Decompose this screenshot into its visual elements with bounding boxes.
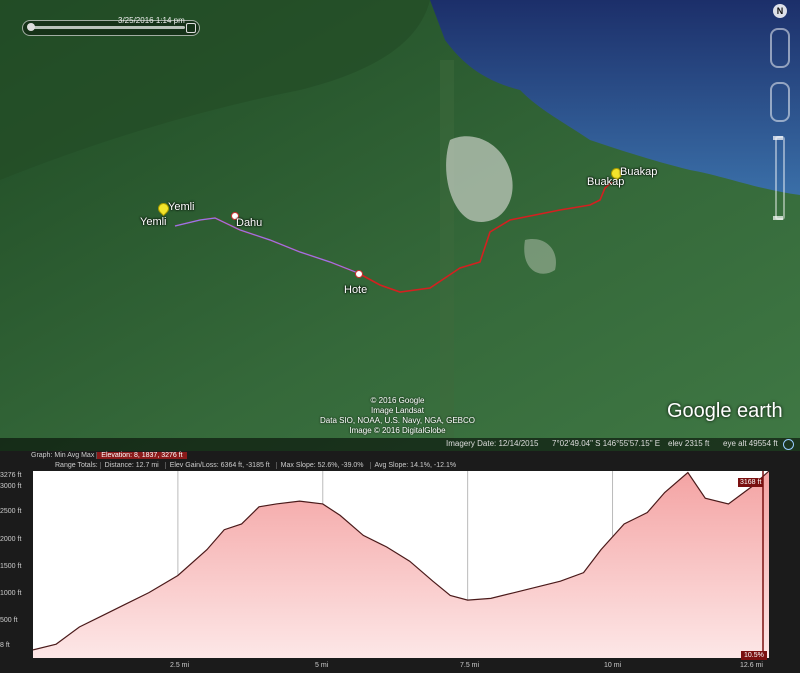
- range-totals-label: Range Totals:: [55, 462, 98, 469]
- place-label-buakap-top[interactable]: Buakap: [620, 166, 657, 178]
- distance-stat: Distance: 12.7 mi: [99, 462, 163, 469]
- max-slope-stat: Max Slope: 52.6%, -39.0%: [275, 462, 368, 469]
- navigation-controls: N: [770, 4, 790, 220]
- place-label-buakap-bottom[interactable]: Buakap: [587, 176, 624, 188]
- y-tick-label: 1000 ft: [0, 590, 22, 597]
- profile-range-row: Range Totals: Distance: 12.7 mi Elev Gai…: [55, 462, 460, 469]
- x-tick-label: 10 mi: [604, 662, 622, 669]
- avg-slope-stat: Avg Slope: 14.1%, -12.1%: [369, 462, 461, 469]
- look-control[interactable]: [770, 28, 790, 68]
- terrain-imagery: [0, 0, 800, 451]
- y-tick-label: 500 ft: [0, 617, 18, 624]
- imagery-credits: © 2016 Google Image Landsat Data SIO, NO…: [320, 396, 475, 436]
- time-slider-end-icon[interactable]: [186, 23, 196, 33]
- y-tick-label: 2500 ft: [0, 508, 22, 515]
- graph-avg-option[interactable]: Avg: [67, 452, 79, 459]
- place-label-yemli-bottom[interactable]: Yemli: [140, 216, 167, 228]
- google-earth-logo: Google earth: [667, 400, 783, 422]
- y-tick-label: 3276 ft: [0, 472, 22, 479]
- eye-altitude: eye alt 49554 ft: [723, 439, 778, 448]
- y-tick-label: 2000 ft: [0, 536, 22, 543]
- timeline-date: 3/25/2016: [118, 16, 154, 25]
- place-label-dahu[interactable]: Dahu: [236, 217, 262, 229]
- graph-max-option[interactable]: Max: [81, 452, 94, 459]
- credit-line: Data SIO, NOAA, U.S. Navy, NGA, GEBCO: [320, 416, 475, 425]
- map-view[interactable]: 3/25/2016 1:14 pm N Yemli Yemli Dahu Hot…: [0, 0, 800, 451]
- elev-gain-loss-stat: Elev Gain/Loss: 6364 ft, -3185 ft: [164, 462, 274, 469]
- streaming-indicator-icon[interactable]: [783, 439, 794, 450]
- timeline-time: 1:14 pm: [155, 16, 185, 25]
- x-tick-label: 2.5 mi: [170, 662, 190, 669]
- x-tick-label: 12.6 mi: [740, 662, 763, 669]
- move-control[interactable]: [770, 82, 790, 122]
- current-slope-badge: 10.5%: [741, 651, 767, 660]
- time-slider-knob[interactable]: [27, 23, 35, 31]
- credit-line: © 2016 Google: [370, 396, 425, 405]
- imagery-date: Imagery Date: 12/14/2015: [446, 439, 539, 448]
- time-slider-label: 3/25/2016 1:14 pm: [118, 16, 185, 25]
- current-elevation-badge: 3168 ft: [738, 478, 764, 487]
- cursor-elevation: elev 2315 ft: [668, 439, 710, 448]
- y-tick-label: 3000 ft: [0, 483, 22, 490]
- zoom-slider[interactable]: [773, 136, 785, 220]
- x-tick-label: 5 mi: [315, 662, 329, 669]
- place-label-hote[interactable]: Hote: [344, 284, 367, 296]
- x-tick-label: 7.5 mi: [460, 662, 480, 669]
- graph-label: Graph:: [31, 452, 53, 459]
- north-compass-icon[interactable]: N: [773, 4, 787, 18]
- place-label-yemli-top[interactable]: Yemli: [168, 201, 195, 213]
- elevation-chart[interactable]: [33, 471, 769, 658]
- y-tick-label: 8 ft: [0, 642, 10, 649]
- credit-line: Image Landsat: [371, 406, 424, 415]
- cursor-coordinates: 7°02'49.04" S 146°55'57.15" E: [552, 439, 661, 448]
- graph-min-option[interactable]: Min: [54, 452, 65, 459]
- credit-line: Image © 2016 DigitalGlobe: [349, 426, 446, 435]
- profile-graph-row: Graph: Min Avg Max Elevation: 8, 1837, 3…: [31, 452, 187, 459]
- waypoint-dot-icon[interactable]: [355, 270, 363, 278]
- time-slider-track[interactable]: [31, 26, 185, 29]
- elevation-stats[interactable]: Elevation: 8, 1837, 3276 ft: [96, 452, 187, 459]
- y-tick-label: 1500 ft: [0, 563, 22, 570]
